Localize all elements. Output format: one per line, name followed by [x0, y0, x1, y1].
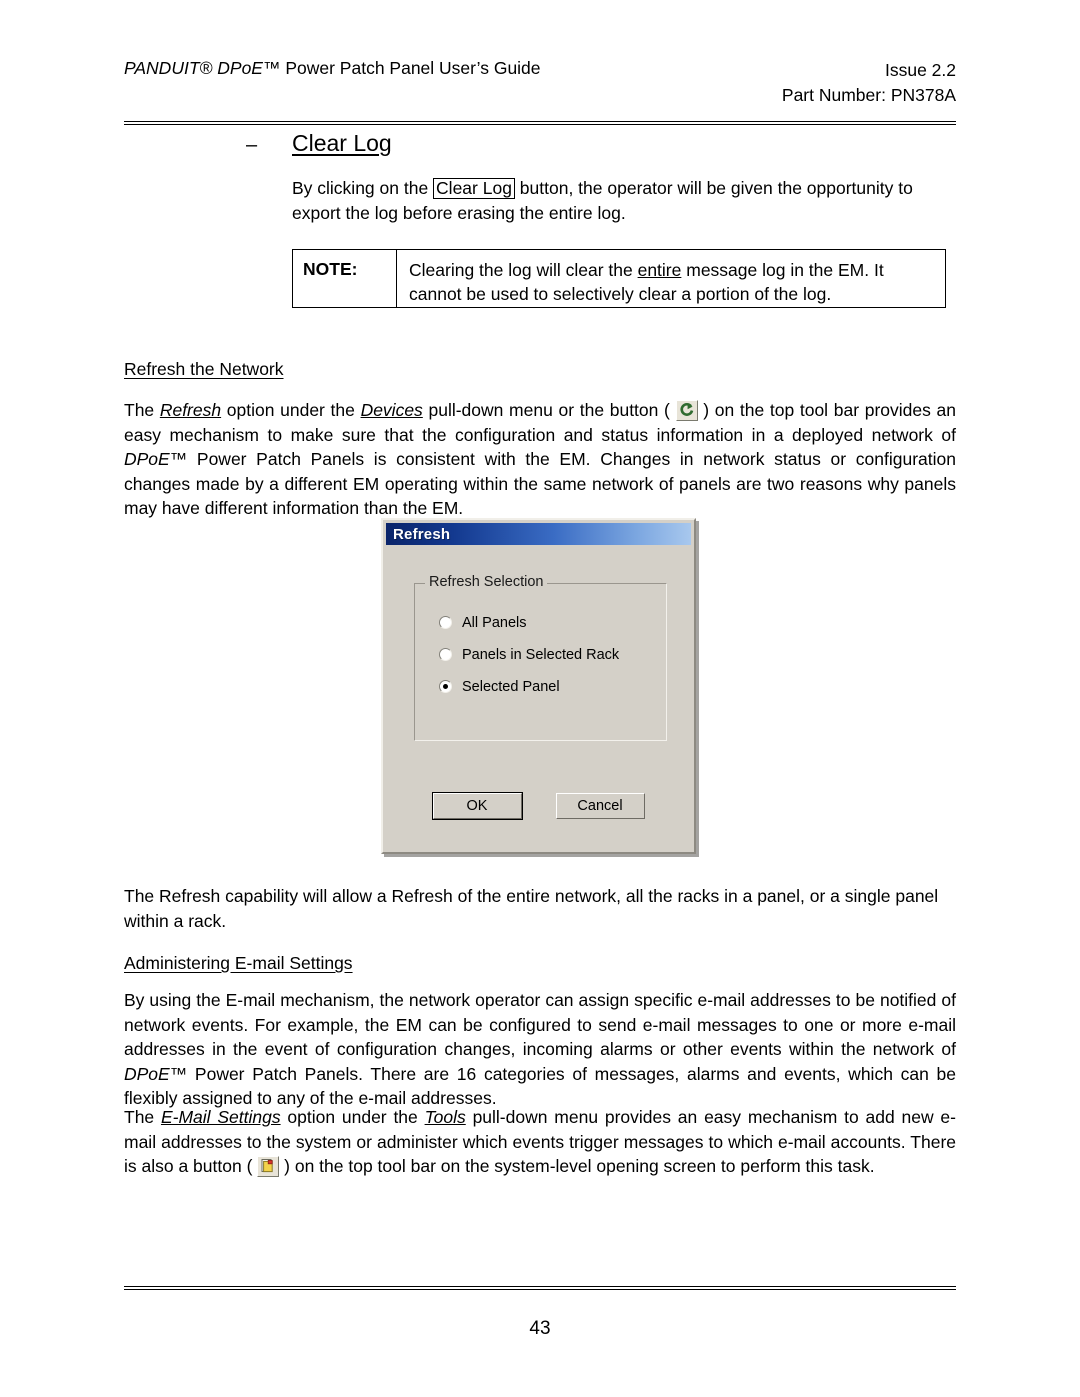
refresh-paragraph: The Refresh option under the Devices pul…: [124, 398, 956, 521]
header-issue: Issue 2.2: [884, 60, 956, 80]
radio-label: Selected Panel: [462, 678, 560, 695]
header-brand: PANDUIT® DPoE™: [124, 58, 281, 78]
devices-menu-emphasis: Devices: [360, 400, 423, 420]
email-toolbar-icon[interactable]: [257, 1156, 280, 1177]
dialog-title-text: Refresh: [393, 525, 451, 543]
note-text-part1: Clearing the log will clear the: [409, 260, 638, 280]
tools-menu-emphasis: Tools: [424, 1107, 466, 1127]
radio-button-icon[interactable]: [439, 616, 452, 629]
radio-option-panels-in-selected-rack[interactable]: Panels in Selected Rack: [439, 644, 619, 665]
section-bullet-dash: –: [246, 134, 258, 156]
email-paragraph-1: By using the E-mail mechanism, the netwo…: [124, 988, 956, 1111]
email-paragraph-2: The E-Mail Settings option under the Too…: [124, 1105, 956, 1179]
footer-rule: [124, 1286, 956, 1290]
ok-button[interactable]: OK: [431, 792, 523, 820]
note-label-cell: NOTE:: [293, 250, 397, 307]
radio-option-all-panels[interactable]: All Panels: [439, 612, 619, 633]
refresh-text-b: option under the: [221, 400, 361, 420]
refresh-selection-groupbox: Refresh Selection All Panels Panels in S…: [414, 574, 667, 741]
groupbox-label: Refresh Selection: [425, 574, 548, 590]
refresh-text-c: pull-down menu or the button (: [422, 400, 676, 420]
refresh-arrow-glyph: [680, 403, 693, 416]
email-text-c: The: [124, 1107, 161, 1127]
radio-label: Panels in Selected Rack: [462, 646, 620, 663]
header-title-rest: Power Patch Panel User’s Guide: [280, 58, 541, 78]
note-text-cell: Clearing the log will clear the entire m…: [397, 250, 945, 307]
email-text-b: Power Patch Panels. There are 16 categor…: [124, 1063, 956, 1109]
cancel-button[interactable]: Cancel: [555, 793, 645, 819]
email-text-d: option under the: [280, 1107, 425, 1127]
radio-button-icon[interactable]: [439, 648, 452, 661]
note-callout-box: NOTE: Clearing the log will clear the en…: [292, 249, 946, 308]
refresh-toolbar-icon[interactable]: [675, 400, 698, 421]
note-text-emphasis: entire: [637, 260, 682, 280]
dpoe-trademark-2: DPoE™: [124, 1063, 188, 1084]
page-number: 43: [529, 1318, 551, 1339]
radio-label: All Panels: [462, 614, 527, 631]
radio-option-selected-panel[interactable]: Selected Panel: [439, 676, 619, 697]
clear-log-text-before: By clicking on the: [292, 178, 434, 198]
refresh-capability-paragraph: The Refresh capability will allow a Refr…: [124, 886, 939, 931]
clear-log-inline-button[interactable]: Clear Log: [433, 178, 515, 199]
email-text-g: ) on the top tool bar on the system-leve…: [279, 1156, 875, 1176]
refresh-text-e: Power Patch Panels is consistent with th…: [124, 449, 956, 518]
header-part-number: Part Number: PN378A: [781, 85, 956, 105]
email-text-a: By using the E-mail mechanism, the netwo…: [124, 990, 956, 1059]
refresh-text-a: The: [124, 400, 160, 420]
dpoe-trademark-1: DPoE™: [124, 449, 188, 469]
page-title: – Clear Log: [246, 130, 392, 157]
document-page: PANDUIT® DPoE™ Power Patch Panel User’s …: [0, 0, 1080, 1397]
dialog-title-bar: Refresh: [386, 523, 691, 545]
subheading-administering-email-settings: Administering E-mail Settings: [124, 953, 353, 973]
refresh-option-emphasis: Refresh: [159, 400, 222, 420]
subheading-refresh-the-network: Refresh the Network: [124, 359, 284, 379]
clear-log-paragraph: By clicking on the Clear Log button, the…: [292, 176, 924, 225]
header-document-title: PANDUIT® DPoE™ Power Patch Panel User’s …: [124, 58, 541, 79]
radio-button-icon-checked[interactable]: [439, 680, 452, 693]
note-label: NOTE:: [303, 259, 358, 279]
refresh-dialog-window[interactable]: Refresh Refresh Selection All Panels Pan…: [381, 518, 696, 854]
email-document-glyph: [261, 1159, 273, 1173]
section-heading-text: Clear Log: [292, 130, 392, 156]
dialog-button-row: OK Cancel: [383, 792, 694, 820]
header-rule: [124, 121, 956, 125]
header-issue-block: Issue 2.2 Part Number: PN378A: [782, 58, 956, 108]
page-header: PANDUIT® DPoE™ Power Patch Panel User’s …: [124, 58, 956, 112]
refresh-selection-radio-group: All Panels Panels in Selected Rack Selec…: [439, 612, 619, 708]
email-settings-emphasis: E-Mail Settings: [160, 1107, 281, 1127]
